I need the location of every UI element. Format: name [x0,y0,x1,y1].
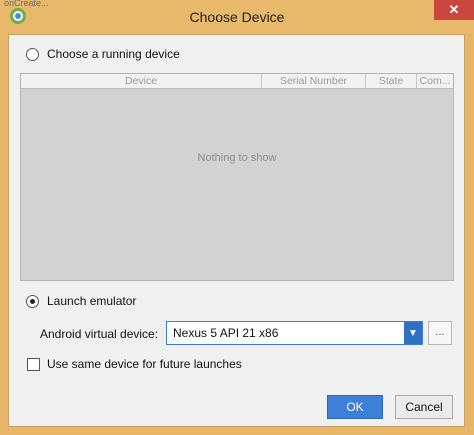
title-bar[interactable]: onCreate... Choose Device ✕ [0,0,474,34]
column-header-serial-number[interactable]: Serial Number [262,74,366,88]
launch-emulator-radio[interactable] [26,295,39,308]
reuse-device-label[interactable]: Use same device for future launches [47,357,242,371]
dialog-title: Choose Device [189,9,285,25]
dialog-window: onCreate... Choose Device ✕ Choose a run… [0,0,474,435]
launch-emulator-label[interactable]: Launch emulator [47,294,136,308]
close-button[interactable]: ✕ [434,0,474,20]
ok-button[interactable]: OK [327,395,383,419]
avd-select[interactable]: Nexus 5 API 21 x86 ▼ [166,321,423,345]
avd-selected-value: Nexus 5 API 21 x86 [173,326,279,340]
running-device-radio[interactable] [26,48,39,61]
device-table-header: Device Serial Number State Com... [21,74,453,89]
empty-table-message: Nothing to show [197,152,277,164]
column-header-compatible[interactable]: Com... [417,74,453,88]
reuse-device-checkbox[interactable] [27,358,40,371]
cancel-button[interactable]: Cancel [395,395,453,419]
device-table[interactable]: Device Serial Number State Com... Nothin… [20,73,454,281]
column-header-device[interactable]: Device [21,74,262,88]
close-icon: ✕ [448,2,460,17]
dialog-content: Choose a running device Device Serial Nu… [8,34,465,427]
avd-manager-button[interactable]: ... [428,321,452,345]
running-device-label[interactable]: Choose a running device [47,47,180,61]
chevron-down-icon[interactable]: ▼ [404,322,422,344]
avd-label: Android virtual device: [40,327,159,341]
column-header-state[interactable]: State [366,74,417,88]
